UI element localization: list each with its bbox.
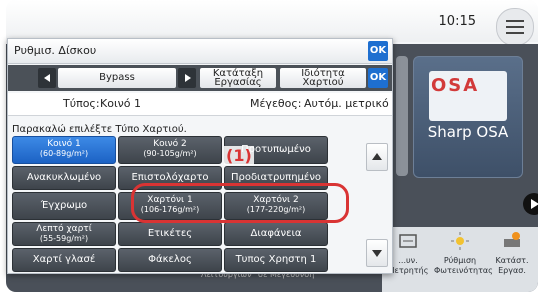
home-tile-partial[interactable] xyxy=(396,56,408,176)
type-size-row: Τύπος: Κοινό 1 Μέγεθος: Αυτόμ. μετρικό xyxy=(8,93,392,116)
paper-type-label: Διαφάνεια xyxy=(250,228,302,239)
paper-type-weight: (55-59g/m²) xyxy=(39,234,89,243)
status-bar: 10:15 xyxy=(6,0,538,46)
paper-type-envelope[interactable]: Φάκελος xyxy=(118,248,222,272)
next-page-icon[interactable] xyxy=(523,193,538,215)
paper-type-label: Κοινό 1 xyxy=(47,139,81,149)
tray-selector[interactable]: Bypass xyxy=(58,68,176,88)
paper-type-thin[interactable]: Λεπτό χαρτί (55-59g/m²) xyxy=(12,222,116,246)
callout-number: (1) xyxy=(224,146,254,165)
brightness-icon xyxy=(451,232,469,250)
paper-type-label: Τυπος Χρηστη 1 xyxy=(235,254,317,265)
callout-highlight-ring xyxy=(131,183,349,223)
tray-brightness-label-2: Φωτεινότητας xyxy=(434,266,493,275)
paper-type-plain-2[interactable]: Κοινό 2 (90-105g/m²) xyxy=(118,136,222,164)
paper-type-label: Ετικέτες xyxy=(147,228,193,239)
tray-brightness-label-1: Ρύθμιση xyxy=(443,256,477,265)
tray-job-status-label-2: Εργασ. xyxy=(498,266,526,275)
paper-type-label: Χαρτί γλασέ xyxy=(32,254,96,265)
scroll-up-icon[interactable] xyxy=(366,143,388,171)
sharp-osa-tile[interactable]: OSA Sharp OSA xyxy=(413,56,523,178)
type-value: Κοινό 1 xyxy=(100,97,142,110)
paper-type-weight: (90-105g/m²) xyxy=(143,149,197,158)
dialog-title: Ρυθμισ. Δίσκου xyxy=(14,44,97,57)
tray-select-row: Bypass Κατάταξη Εργασίας Ιδιότητα Χαρτιο… xyxy=(8,65,392,91)
paper-type-transparency[interactable]: Διαφάνεια xyxy=(224,222,328,246)
job-status-icon xyxy=(504,232,520,247)
sharp-osa-logo-text: OSA xyxy=(431,75,480,96)
scroll-down-icon[interactable] xyxy=(366,239,388,267)
paper-type-plain-1[interactable]: Κοινό 1 (60-89g/m²) xyxy=(12,136,116,164)
dialog-title-bar: Ρυθμισ. Δίσκου OK xyxy=(8,39,392,64)
type-label: Τύπος: xyxy=(63,97,100,110)
counter-icon xyxy=(399,234,417,248)
tray-brightness-button[interactable]: Ρύθμιση Φωτεινότητας xyxy=(434,228,493,288)
select-paper-prompt: Παρακαλώ επιλέξτε Τύπο Χαρτιού. xyxy=(12,124,187,135)
tray-settings-dialog: Ρυθμισ. Δίσκου OK Bypass Κατάταξη Εργασί… xyxy=(7,38,393,274)
tab-job-ranking[interactable]: Κατάταξη Εργασίας xyxy=(200,68,276,88)
paper-type-recycled[interactable]: Ανακυκλωμένο xyxy=(12,166,116,190)
paper-type-label: Ανακυκλωμένο xyxy=(26,172,102,183)
paper-type-weight: (60-89g/m²) xyxy=(39,149,89,158)
tray-job-status-label-1: Κατάστ. xyxy=(495,256,529,265)
tray-counter-label-1: ...υν. xyxy=(398,256,418,265)
clock: 10:15 xyxy=(438,14,476,29)
prev-tray-icon[interactable] xyxy=(38,68,56,88)
paper-type-label: Λεπτό χαρτί xyxy=(36,224,92,234)
tab-paper-property[interactable]: Ιδιότητα Χαρτιού xyxy=(280,68,366,88)
tray-job-status-button[interactable]: Κατάστ. Εργασ. xyxy=(486,228,538,288)
sharp-osa-label: Sharp OSA xyxy=(427,123,509,141)
size-value: Αυτόμ. μετρικό xyxy=(304,97,389,110)
tray-ok-button[interactable]: OK xyxy=(368,68,388,88)
size-label: Μέγεθος: xyxy=(250,97,302,110)
paper-type-label: Έγχρωμο xyxy=(40,200,88,211)
dialog-ok-button[interactable]: OK xyxy=(368,41,388,61)
paper-type-color[interactable]: Έγχρωμο xyxy=(12,192,116,220)
paper-type-label: Κοινό 2 xyxy=(153,139,187,149)
paper-type-user-1[interactable]: Τυπος Χρηστη 1 xyxy=(224,248,328,272)
paper-type-labels[interactable]: Ετικέτες xyxy=(118,222,222,246)
paper-type-label: Φάκελος xyxy=(148,254,192,265)
tray-counter-label-2: Μετρητής xyxy=(387,266,429,275)
next-tray-icon[interactable] xyxy=(178,68,196,88)
paper-type-glossy[interactable]: Χαρτί γλασέ xyxy=(12,248,116,272)
menu-icon[interactable] xyxy=(496,8,534,46)
